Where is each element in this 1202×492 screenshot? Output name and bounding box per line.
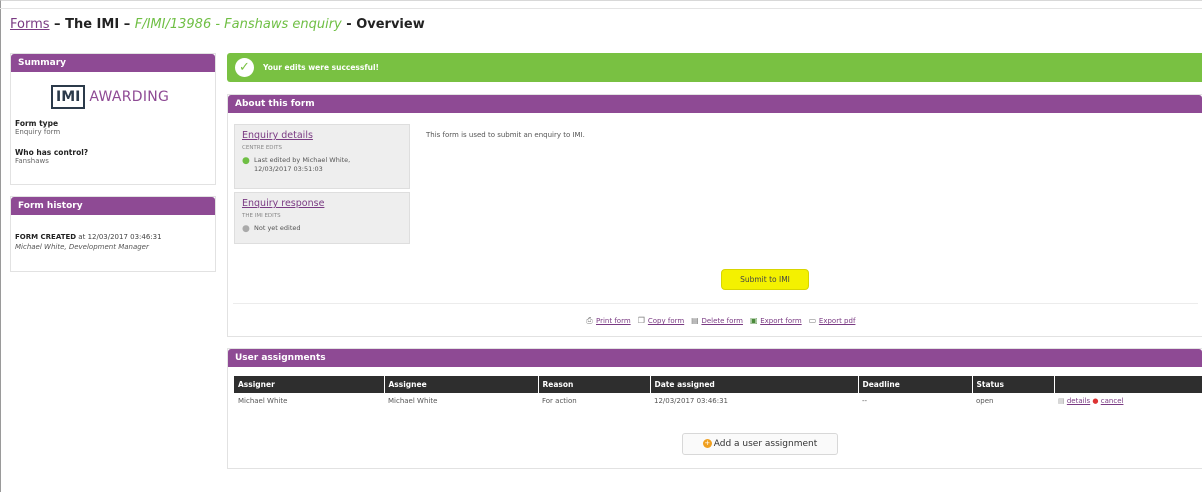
pdf-icon: ▭ xyxy=(808,316,817,325)
export-icon: ▣ xyxy=(749,316,758,325)
title-form-ref: F/IMI/13986 - Fanshaws enquiry xyxy=(134,17,342,32)
logo-box: IMI xyxy=(51,85,86,109)
success-message: Your edits were successful! xyxy=(263,63,379,72)
cell-assigner: Michael White xyxy=(238,397,288,405)
page-title: Forms – The IMI – F/IMI/13986 - Fanshaws… xyxy=(10,17,425,32)
history-entry: FORM CREATED at 12/03/2017 03:46:31 Mich… xyxy=(15,232,215,252)
cancel-icon: ● xyxy=(1092,397,1099,405)
assignments-table: Assigner Assignee Reason Date assigned D… xyxy=(234,376,1202,409)
form-description: This form is used to submit an enquiry t… xyxy=(426,131,585,139)
column-header xyxy=(1054,376,1202,393)
section-link-enquiry-response[interactable]: Enquiry response xyxy=(242,198,324,209)
user-icon: ● xyxy=(242,156,250,166)
status-line: 12/03/2017 03:51:03 xyxy=(254,165,323,173)
section-status: Last edited by Michael White, 12/03/2017… xyxy=(254,156,350,174)
control-label: Who has control? xyxy=(15,148,89,157)
column-header: Date assigned xyxy=(650,376,859,393)
summary-bar: Summary xyxy=(11,54,215,72)
delete-icon: ▤ xyxy=(691,316,699,325)
table-header-row: Assigner Assignee Reason Date assigned D… xyxy=(234,376,1202,393)
form-history-panel: Form history FORM CREATED at 12/03/2017 … xyxy=(10,196,216,272)
cell-status: open xyxy=(976,397,994,405)
status-line: Last edited by Michael White, xyxy=(254,156,351,164)
history-event: FORM CREATED xyxy=(15,233,77,241)
breadcrumb-forms-link[interactable]: Forms xyxy=(10,17,50,32)
summary-panel: Summary IMI AWARDING Form type Enquiry f… xyxy=(10,53,216,185)
form-actions: ⎙ Print form ❐ Copy form ▤ Delete form ▣ Exp… xyxy=(585,316,859,326)
history-bar: Form history xyxy=(11,197,215,215)
column-header: Assignee xyxy=(384,376,539,393)
control-value: Fanshaws xyxy=(15,157,49,165)
title-org: The IMI xyxy=(65,17,120,32)
section-owner: THE IMI EDITS xyxy=(242,213,281,219)
cell-assignee: Michael White xyxy=(388,397,438,405)
add-assignment-label: Add a user assignment xyxy=(713,439,818,449)
history-time: at 12/03/2017 03:46:31 xyxy=(76,233,162,241)
column-header: Assigner xyxy=(234,376,385,393)
column-header: Deadline xyxy=(858,376,973,393)
section-owner: CENTRE EDITS xyxy=(242,145,283,151)
add-user-assignment-button[interactable]: + Add a user assignment xyxy=(682,433,838,455)
section-tile-enquiry-details: Enquiry details CENTRE EDITS ● Last edit… xyxy=(234,124,410,189)
column-header: Status xyxy=(972,376,1055,393)
export-pdf-link[interactable]: Export pdf xyxy=(819,317,856,325)
status-line: Not yet edited xyxy=(254,224,301,232)
about-bar: About this form xyxy=(228,95,1202,113)
cell-row-actions: ▤ details ● cancel xyxy=(1054,393,1202,409)
assignments-bar: User assignments xyxy=(228,349,1202,367)
export-form-link[interactable]: Export form xyxy=(760,317,801,325)
copy-form-link[interactable]: Copy form xyxy=(648,317,684,325)
details-link[interactable]: details xyxy=(1067,397,1090,405)
form-type-label: Form type xyxy=(15,119,59,128)
print-icon: ⎙ xyxy=(586,316,593,325)
title-sep: – xyxy=(49,17,66,32)
column-header: Reason xyxy=(538,376,651,393)
title-sep: – xyxy=(119,17,135,32)
top-divider xyxy=(0,8,1202,9)
user-assignments-panel: User assignments Assigner Assignee Reaso… xyxy=(227,348,1202,469)
cell-date-assigned: 12/03/2017 03:46:31 xyxy=(654,397,729,405)
logo-word: AWARDING xyxy=(89,89,170,105)
section-status: Not yet edited xyxy=(254,224,301,233)
actions-divider xyxy=(233,303,1198,304)
checkmark-icon: ✓ xyxy=(235,58,254,77)
section-tile-enquiry-response: Enquiry response THE IMI EDITS ● Not yet… xyxy=(234,192,410,244)
cell-deadline: -- xyxy=(862,397,868,405)
submit-to-imi-button[interactable]: Submit to IMI xyxy=(721,269,809,290)
delete-form-link[interactable]: Delete form xyxy=(701,317,743,325)
print-form-link[interactable]: Print form xyxy=(596,317,631,325)
details-icon: ▤ xyxy=(1058,397,1065,405)
cell-reason: For action xyxy=(542,397,577,405)
cancel-link[interactable]: cancel xyxy=(1101,397,1124,405)
copy-icon: ❐ xyxy=(637,316,645,325)
section-link-enquiry-details[interactable]: Enquiry details xyxy=(242,130,313,141)
add-icon: + xyxy=(702,439,712,448)
history-actor: Michael White, Development Manager xyxy=(15,243,149,251)
title-sep: - xyxy=(341,17,357,32)
imi-awarding-logo: IMI AWARDING xyxy=(51,82,169,112)
table-row: Michael White Michael White For action 1… xyxy=(234,393,1202,409)
about-form-panel: About this form Enquiry details CENTRE E… xyxy=(227,94,1202,337)
success-banner: ✓ Your edits were successful! xyxy=(227,53,1202,82)
title-page: Overview xyxy=(356,17,425,32)
form-type-value: Enquiry form xyxy=(15,128,61,136)
user-icon: ● xyxy=(242,224,250,234)
